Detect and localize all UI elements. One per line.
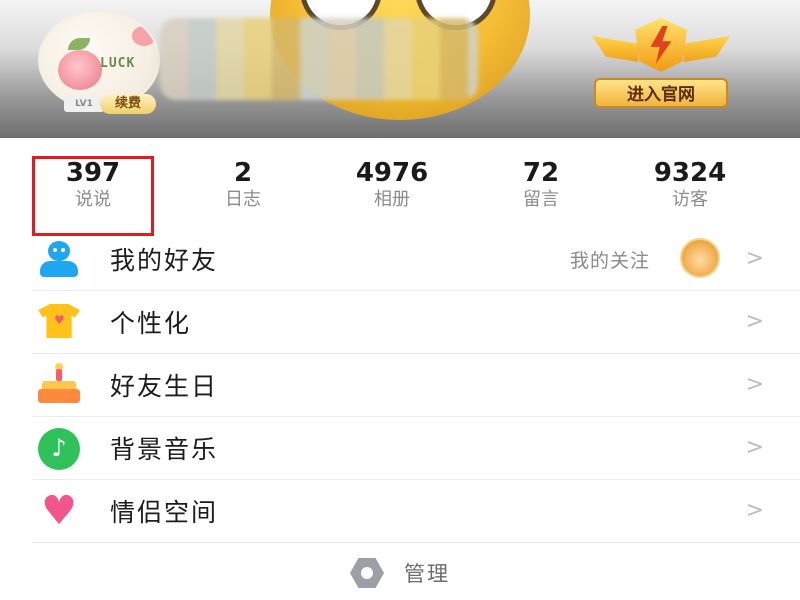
renew-button[interactable]: 续费: [100, 94, 156, 114]
stat-shuoshuo[interactable]: 397 说说: [32, 156, 154, 236]
menu-item-personalize[interactable]: ♥ 个性化 >: [32, 291, 800, 354]
following-link[interactable]: 我的关注: [570, 246, 650, 273]
menu-list: 我的好友 我的关注 > ♥ 个性化 > 好友生日 > ♪ 背景音乐 > ♥ 情侣…: [0, 228, 800, 543]
stat-label: 访客: [672, 189, 708, 210]
menu-item-music[interactable]: ♪ 背景音乐 >: [32, 417, 800, 480]
flower-decoration: [132, 26, 156, 46]
blurred-nickname: [160, 18, 478, 100]
stat-value: 4976: [355, 158, 429, 188]
wing-left-icon: [592, 36, 638, 62]
heart-icon: ♥: [41, 488, 77, 534]
stat-visitors[interactable]: 9324 访客: [630, 138, 750, 228]
stat-value: 9324: [653, 158, 727, 188]
chevron-right-icon: >: [745, 246, 764, 271]
stat-messages[interactable]: 72 留言: [481, 138, 601, 228]
menu-item-label: 我的好友: [110, 246, 219, 275]
stats-bar: 397 说说 2 日志 4976 相册 72 留言 9324 访客: [0, 138, 800, 236]
wing-right-icon: [684, 36, 730, 62]
chevron-right-icon: >: [745, 498, 764, 523]
menu-item-label: 背景音乐: [110, 435, 219, 464]
avatar-text: LUCK: [100, 56, 136, 71]
stat-label: 日志: [225, 189, 261, 210]
menu-item-birthdays[interactable]: 好友生日 >: [32, 354, 800, 417]
menu-item-couple-space[interactable]: ♥ 情侣空间 >: [32, 480, 800, 543]
chevron-right-icon: >: [745, 435, 764, 460]
chevron-right-icon: >: [745, 309, 764, 334]
stat-blog[interactable]: 2 日志: [183, 138, 303, 228]
stat-value: 72: [522, 158, 560, 188]
menu-item-label: 情侣空间: [110, 498, 219, 527]
stat-album[interactable]: 4976 相册: [332, 138, 452, 228]
menu-item-friends[interactable]: 我的好友 我的关注 >: [32, 228, 800, 291]
official-site-label: 进入官网: [594, 78, 728, 108]
peach-decoration: [58, 50, 102, 90]
menu-item-label: 个性化: [110, 309, 192, 338]
level-badge: LV1: [64, 96, 104, 112]
following-avatar[interactable]: [680, 238, 720, 278]
stat-label: 留言: [523, 189, 559, 210]
menu-item-label: 好友生日: [110, 372, 219, 401]
friends-icon: [36, 237, 80, 281]
birthday-cake-icon: [36, 361, 80, 407]
official-site-button[interactable]: 进入官网: [588, 14, 734, 110]
profile-header: LUCK LV1 续费 进入官网: [0, 0, 800, 138]
stat-value: 2: [233, 158, 253, 188]
manage-button[interactable]: 管理: [0, 546, 800, 600]
settings-hex-icon: [350, 558, 384, 588]
stat-value: 397: [65, 158, 121, 188]
chevron-right-icon: >: [745, 372, 764, 397]
leaf-decoration: [68, 38, 90, 50]
shirt-icon: ♥: [36, 300, 80, 344]
stat-label: 相册: [374, 189, 410, 210]
manage-label: 管理: [404, 562, 450, 586]
stat-label: 说说: [75, 189, 111, 210]
music-icon: ♪: [36, 426, 80, 470]
